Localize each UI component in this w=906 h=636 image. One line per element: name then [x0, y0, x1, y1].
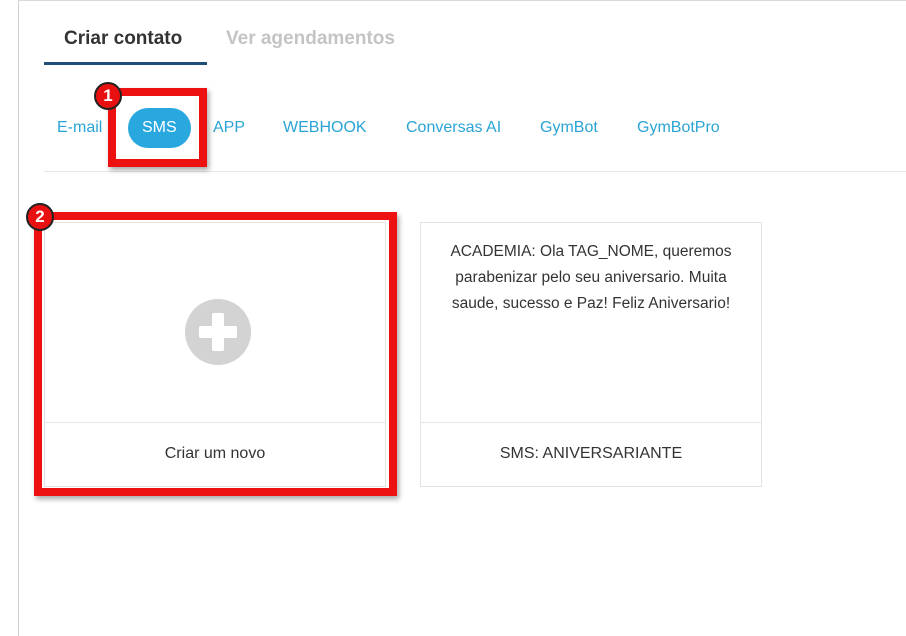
- subtab-gymbotpro[interactable]: GymBotPro: [637, 119, 720, 137]
- active-tab-underline: [44, 62, 207, 65]
- annotation-highlight-1: [108, 88, 207, 167]
- sms-template-card[interactable]: ACADEMIA: Ola TAG_NOME, queremos paraben…: [420, 222, 762, 487]
- tab-ver-agendamentos[interactable]: Ver agendamentos: [226, 28, 395, 50]
- step-badge-1: 1: [94, 82, 122, 110]
- sms-template-message: ACADEMIA: Ola TAG_NOME, queremos paraben…: [450, 243, 732, 312]
- subtab-email[interactable]: E-mail: [57, 119, 102, 137]
- subtab-webhook[interactable]: WEBHOOK: [283, 119, 367, 137]
- sms-template-title: SMS: ANIVERSARIANTE: [421, 422, 761, 486]
- subtab-gymbot[interactable]: GymBot: [540, 119, 598, 137]
- step-badge-2: 2: [26, 203, 54, 231]
- subtab-conversas-ai[interactable]: Conversas AI: [406, 119, 501, 137]
- subtab-app[interactable]: APP: [213, 119, 245, 137]
- subtabs-divider: [44, 171, 906, 172]
- tab-criar-contato[interactable]: Criar contato: [64, 28, 182, 50]
- annotation-highlight-2: [34, 212, 397, 496]
- frame-left-border: [18, 0, 19, 636]
- frame-top-border: [18, 0, 906, 1]
